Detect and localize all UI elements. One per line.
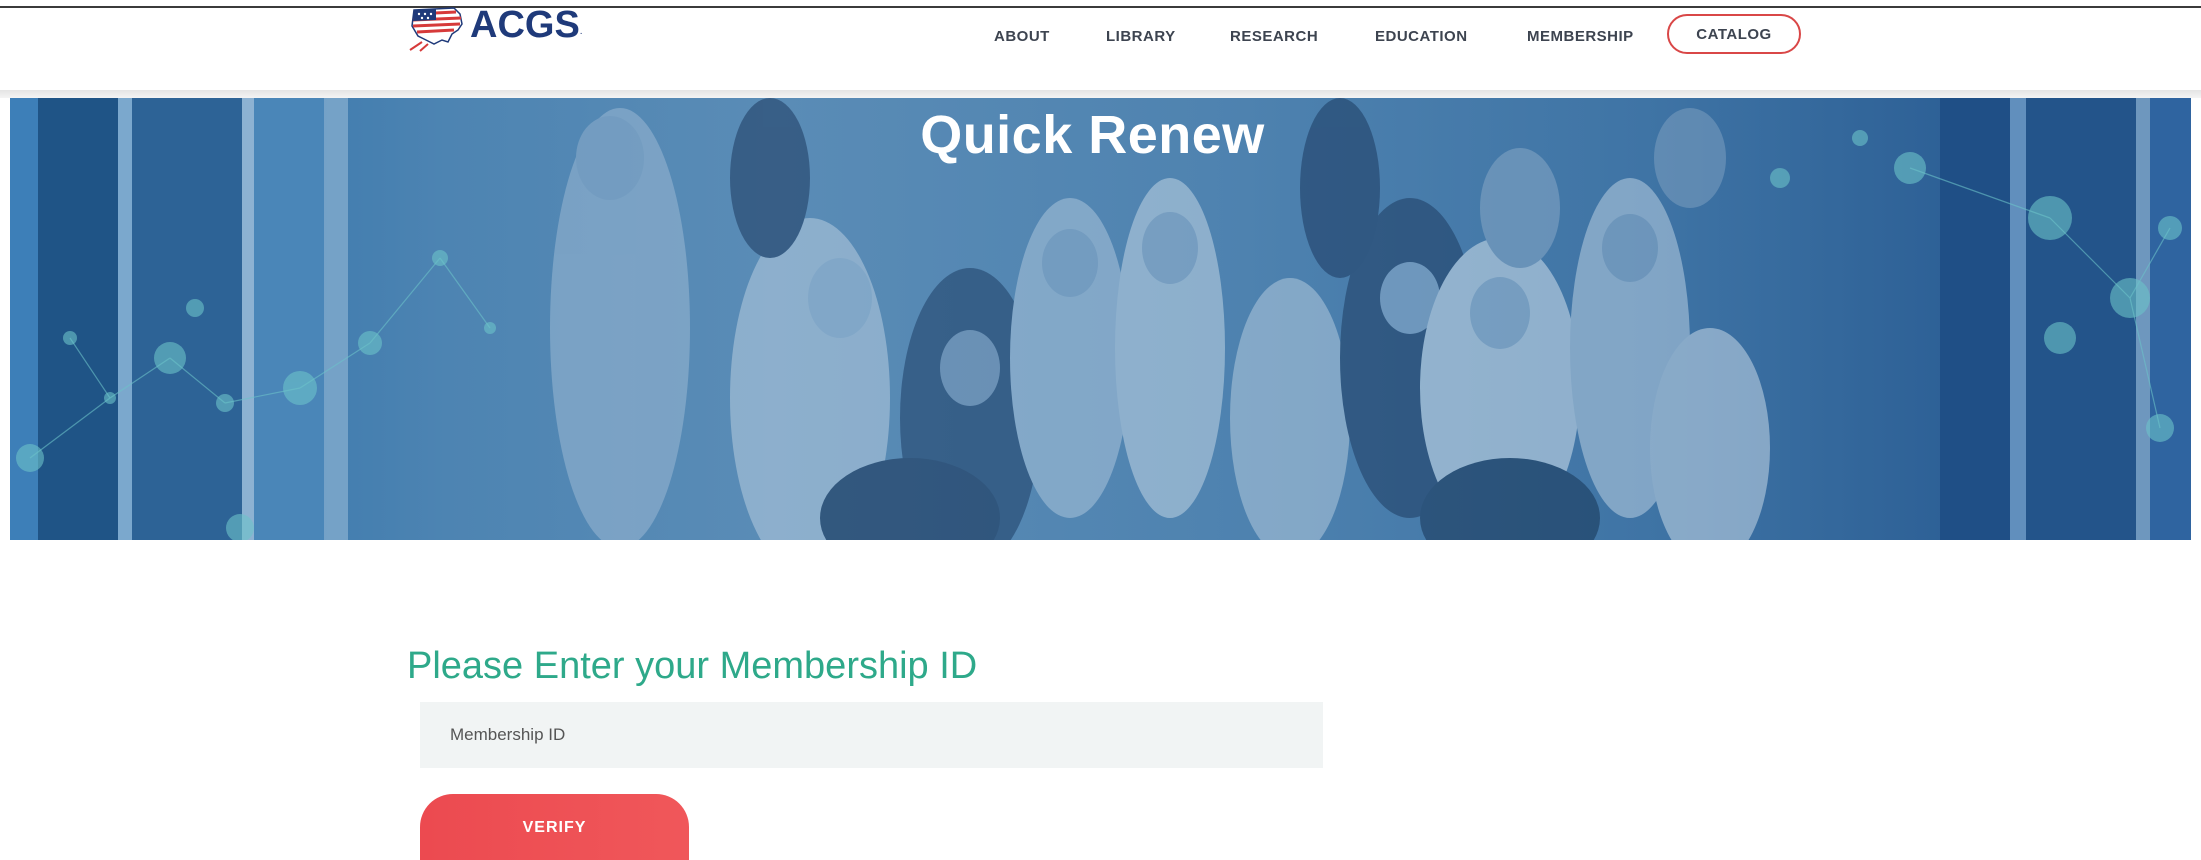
nav-catalog[interactable]: CATALOG bbox=[1667, 14, 1801, 54]
site-logo[interactable]: ACGS . bbox=[408, 4, 583, 58]
membership-id-input[interactable] bbox=[420, 702, 1323, 768]
nav-library[interactable]: LIBRARY bbox=[1106, 28, 1176, 45]
nav-research[interactable]: RESEARCH bbox=[1230, 28, 1318, 45]
hero-title-wrap: Quick Renew bbox=[10, 104, 2191, 166]
nav-about[interactable]: ABOUT bbox=[994, 28, 1050, 45]
header-shadow bbox=[0, 90, 2201, 98]
form-heading: Please Enter your Membership ID bbox=[407, 645, 978, 687]
us-flag-map-icon bbox=[408, 6, 466, 52]
nav-membership[interactable]: MEMBERSHIP bbox=[1527, 28, 1634, 45]
logo-text: ACGS bbox=[470, 4, 580, 46]
page-title: Quick Renew bbox=[920, 105, 1265, 165]
page: ACGS . ABOUT LIBRARY RESEARCH EDUCATION … bbox=[0, 0, 2201, 860]
verify-button[interactable]: VERIFY bbox=[420, 794, 689, 860]
hero-banner: Quick Renew bbox=[10, 98, 2191, 540]
site-header: ACGS . ABOUT LIBRARY RESEARCH EDUCATION … bbox=[0, 4, 2201, 92]
logo-mark: . bbox=[579, 26, 583, 37]
nav-education[interactable]: EDUCATION bbox=[1375, 28, 1468, 45]
